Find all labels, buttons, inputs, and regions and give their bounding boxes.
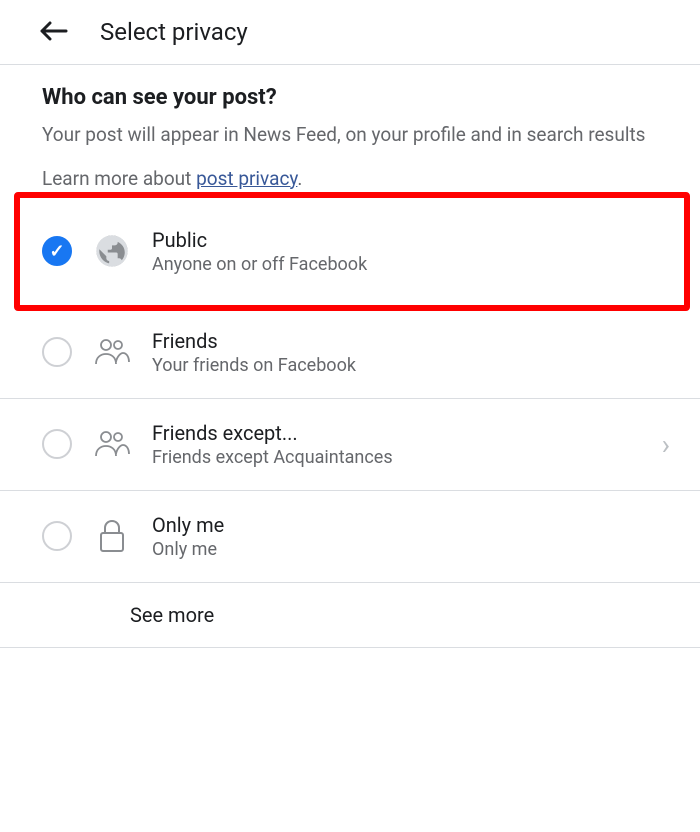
option-friends[interactable]: Friends Your friends on Facebook <box>0 307 700 399</box>
see-more-button[interactable]: See more <box>0 583 700 648</box>
friends-icon <box>92 332 132 372</box>
option-public[interactable]: Public Anyone on or off Facebook <box>14 192 690 311</box>
privacy-options-list: Public Anyone on or off Facebook Friends… <box>0 192 700 648</box>
option-friends-except-subtitle: Friends except Acquaintances <box>152 447 642 468</box>
description-text: Your post will appear in News Feed, on y… <box>42 122 658 149</box>
option-friends-text: Friends Your friends on Facebook <box>152 329 680 376</box>
option-friends-except-text: Friends except... Friends except Acquain… <box>152 421 642 468</box>
option-public-subtitle: Anyone on or off Facebook <box>152 254 664 275</box>
option-only-me-subtitle: Only me <box>152 539 680 560</box>
option-only-me[interactable]: Only me Only me <box>0 491 700 583</box>
option-friends-title: Friends <box>152 329 680 353</box>
see-more-label: See more <box>130 603 214 627</box>
chevron-right-icon: › <box>662 428 670 461</box>
option-friends-except[interactable]: Friends except... Friends except Acquain… <box>0 399 700 491</box>
learn-more-prefix: Learn more about <box>42 167 196 190</box>
option-friends-subtitle: Your friends on Facebook <box>152 355 680 376</box>
header: Select privacy <box>0 0 700 65</box>
back-arrow-icon[interactable] <box>40 18 68 46</box>
option-public-title: Public <box>152 228 664 252</box>
option-only-me-text: Only me Only me <box>152 513 680 560</box>
learn-more-suffix: . <box>297 167 302 190</box>
post-privacy-link[interactable]: post privacy <box>196 167 297 190</box>
friends-except-icon <box>92 424 132 464</box>
radio-friends-except[interactable] <box>42 429 72 459</box>
question-heading: Who can see your post? <box>42 85 658 110</box>
option-friends-except-title: Friends except... <box>152 421 642 445</box>
page-title: Select privacy <box>100 18 248 46</box>
learn-more-text: Learn more about post privacy. <box>42 167 658 190</box>
subheader: Who can see your post? Your post will ap… <box>0 65 700 190</box>
globe-icon <box>92 231 132 271</box>
radio-only-me[interactable] <box>42 521 72 551</box>
radio-friends[interactable] <box>42 337 72 367</box>
lock-icon <box>92 516 132 556</box>
radio-public[interactable] <box>42 236 72 266</box>
option-public-text: Public Anyone on or off Facebook <box>152 228 664 275</box>
option-only-me-title: Only me <box>152 513 680 537</box>
